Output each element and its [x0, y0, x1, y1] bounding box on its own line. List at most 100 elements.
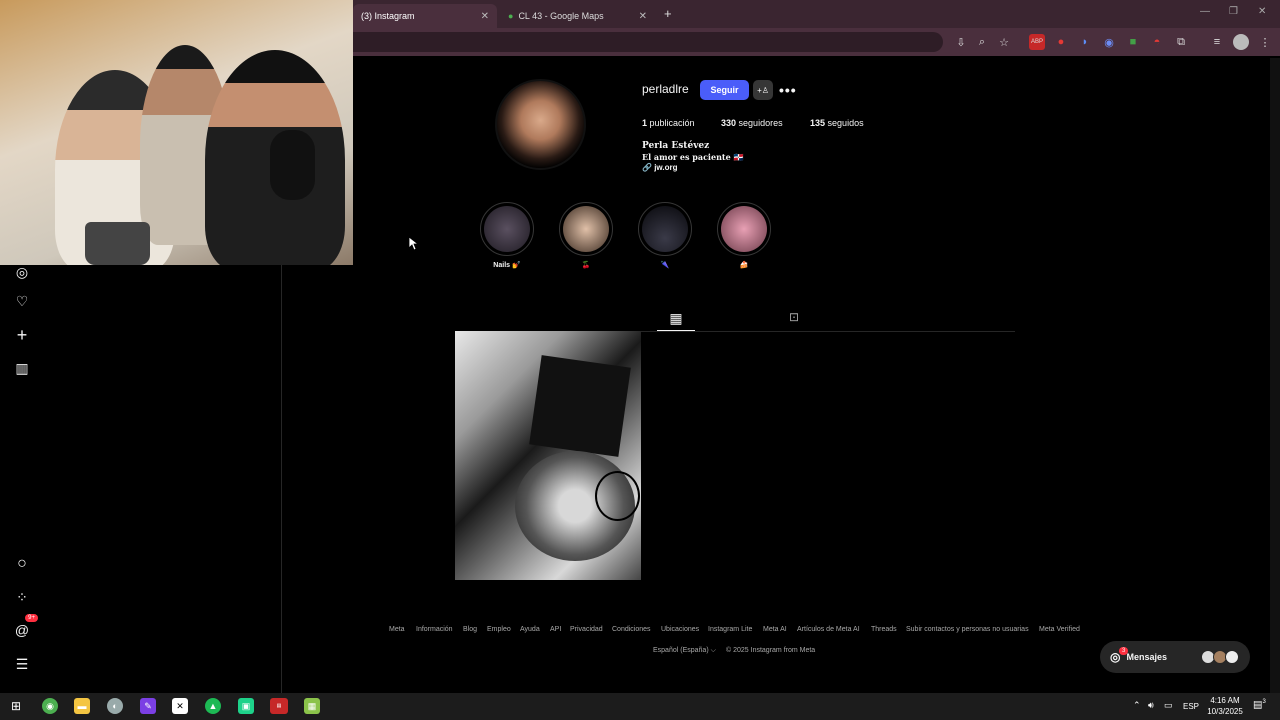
clock-time: 4:16 AM	[1210, 696, 1240, 705]
app-icon[interactable]: ▤	[270, 698, 288, 714]
stat-label: seguidos	[827, 118, 864, 128]
profile-avatar[interactable]	[1233, 34, 1249, 50]
threads-circle-icon[interactable]: ○	[12, 554, 32, 574]
zoom-icon[interactable]: ⌕	[974, 34, 990, 50]
footer-link[interactable]: Ubicaciones	[661, 626, 699, 633]
app-icon[interactable]: ▣	[238, 698, 254, 714]
keyboard-language[interactable]: ESP	[1183, 702, 1199, 711]
extension-icon[interactable]: ■	[1125, 34, 1141, 50]
highlight-item[interactable]	[638, 202, 692, 256]
posts-grid-icon[interactable]: ▦	[657, 307, 695, 331]
tab-title: (3) Instagram	[361, 11, 415, 21]
microphone	[270, 130, 315, 200]
create-plus-icon[interactable]: +	[12, 325, 32, 345]
window-close-icon[interactable]: ✕	[1258, 6, 1266, 17]
footer-link[interactable]: API	[550, 626, 561, 633]
tagged-icon[interactable]: ⊡	[784, 307, 804, 327]
stat-label: seguidores	[738, 118, 783, 128]
following-count[interactable]: 135 seguidos	[810, 118, 864, 128]
more-options-icon[interactable]: •••	[779, 82, 797, 98]
footer-link[interactable]: Blog	[463, 626, 477, 633]
capcut-icon[interactable]: ✕	[172, 698, 188, 714]
profile-avatar[interactable]	[495, 79, 586, 170]
install-icon[interactable]: ⇩	[953, 34, 969, 50]
footer-link[interactable]: Meta AI	[763, 626, 787, 633]
more-menu-icon[interactable]: ☰	[12, 654, 32, 674]
followers-count[interactable]: 330 seguidores	[721, 118, 783, 128]
notification-badge: 9+	[25, 614, 38, 622]
windows-start-icon[interactable]: ⊞	[8, 698, 24, 714]
notifications-icon[interactable]: ▤3	[1253, 699, 1266, 710]
app-icon[interactable]: ▦	[304, 698, 320, 714]
add-person-icon[interactable]: +♙	[753, 80, 773, 100]
extension-icon[interactable]: ●	[1053, 34, 1069, 50]
tab-google-maps[interactable]: ● CL 43 - Google Maps ✕	[500, 4, 655, 28]
footer-link[interactable]: Meta Verified	[1039, 626, 1080, 633]
highlight-cover	[642, 206, 688, 252]
profile-full-name: Perla Estévez	[642, 141, 710, 151]
link-text: jw.org	[654, 163, 678, 172]
post-thumbnail[interactable]	[455, 331, 641, 580]
highlight-label: 🌂	[660, 262, 670, 269]
extensions-puzzle-icon[interactable]: ⧉	[1173, 34, 1189, 50]
footer-link[interactable]: Privacidad	[570, 626, 603, 633]
highlight-label: 🍰	[739, 262, 749, 269]
app-icon[interactable]: ◐	[107, 698, 123, 714]
footer-link[interactable]: Empleo	[487, 626, 511, 633]
footer-link[interactable]: Condiciones	[612, 626, 651, 633]
tab-instagram[interactable]: (3) Instagram ✕	[353, 4, 497, 28]
footer-link[interactable]: Threads	[871, 626, 897, 633]
footer-link[interactable]: Instagram Lite	[708, 626, 752, 633]
notification-count: 3	[1262, 699, 1266, 705]
menu-dots-icon[interactable]: ⋮	[1257, 34, 1273, 50]
webcam-overlay	[0, 0, 353, 265]
tab-title: CL 43 - Google Maps	[518, 11, 604, 21]
minimize-icon[interactable]: —	[1200, 6, 1210, 17]
follow-button[interactable]: Seguir	[700, 80, 749, 100]
tray-chevron-icon[interactable]: ⌃	[1133, 700, 1141, 711]
network-icon[interactable]: ▭	[1164, 700, 1173, 711]
scrollbar[interactable]	[1270, 58, 1280, 693]
posts-count: 1 publicación	[642, 118, 695, 128]
file-explorer-icon[interactable]: ▬	[74, 698, 90, 714]
footer-link[interactable]: Meta	[389, 626, 405, 633]
highlight-label: Nails 💅	[493, 262, 521, 269]
footer-link[interactable]: Información	[416, 626, 453, 633]
footer-link[interactable]: Artículos de Meta AI	[797, 626, 860, 633]
extension-icon[interactable]: ◉	[1101, 34, 1117, 50]
new-tab-button[interactable]: +	[664, 6, 672, 21]
maximize-icon[interactable]: ❐	[1229, 6, 1238, 17]
highlight-cover	[484, 206, 530, 252]
adblock-extension-icon[interactable]: ABP	[1029, 34, 1045, 50]
highlight-item[interactable]	[717, 202, 771, 256]
footer-link[interactable]: Ayuda	[520, 626, 540, 633]
bookmark-star-icon[interactable]: ☆	[996, 34, 1012, 50]
close-icon[interactable]: ✕	[639, 11, 647, 22]
apps-icon[interactable]: ⁘	[12, 587, 32, 607]
volume-icon[interactable]: 🔊︎	[1148, 700, 1154, 711]
threads-icon[interactable]: @ 9+	[12, 614, 38, 640]
language-select[interactable]: Español (España) ⌵	[653, 647, 716, 655]
heart-icon[interactable]: ♡	[12, 291, 32, 311]
extension-icon[interactable]: ◓	[1149, 34, 1165, 50]
link-icon: 🔗	[642, 163, 652, 172]
app-icon[interactable]: ✎	[140, 698, 156, 714]
windows-taskbar	[0, 693, 1280, 720]
profile-link[interactable]: 🔗 jw.org	[642, 163, 677, 172]
footer-link[interactable]: Subir contactos y personas no usuarias	[906, 626, 1029, 633]
post-glasses	[595, 471, 640, 521]
post-shadow	[529, 355, 631, 457]
taskbar-clock[interactable]: 4:16 AM 10/3/2025	[1200, 695, 1250, 717]
app-icon[interactable]: ▲	[205, 698, 221, 714]
media-icon[interactable]: ≡	[1209, 34, 1225, 50]
extension-icon[interactable]: ◗	[1077, 34, 1093, 50]
dashboard-icon[interactable]: ▥	[12, 358, 32, 378]
messenger-icon[interactable]: ◎	[12, 262, 32, 282]
mug	[85, 222, 150, 265]
address-bar[interactable]	[353, 32, 943, 52]
messages-label: Mensajes	[1126, 652, 1168, 662]
highlight-item[interactable]	[559, 202, 613, 256]
close-icon[interactable]: ✕	[481, 11, 489, 22]
chrome-icon[interactable]: ◉	[42, 698, 58, 714]
highlight-item[interactable]	[480, 202, 534, 256]
